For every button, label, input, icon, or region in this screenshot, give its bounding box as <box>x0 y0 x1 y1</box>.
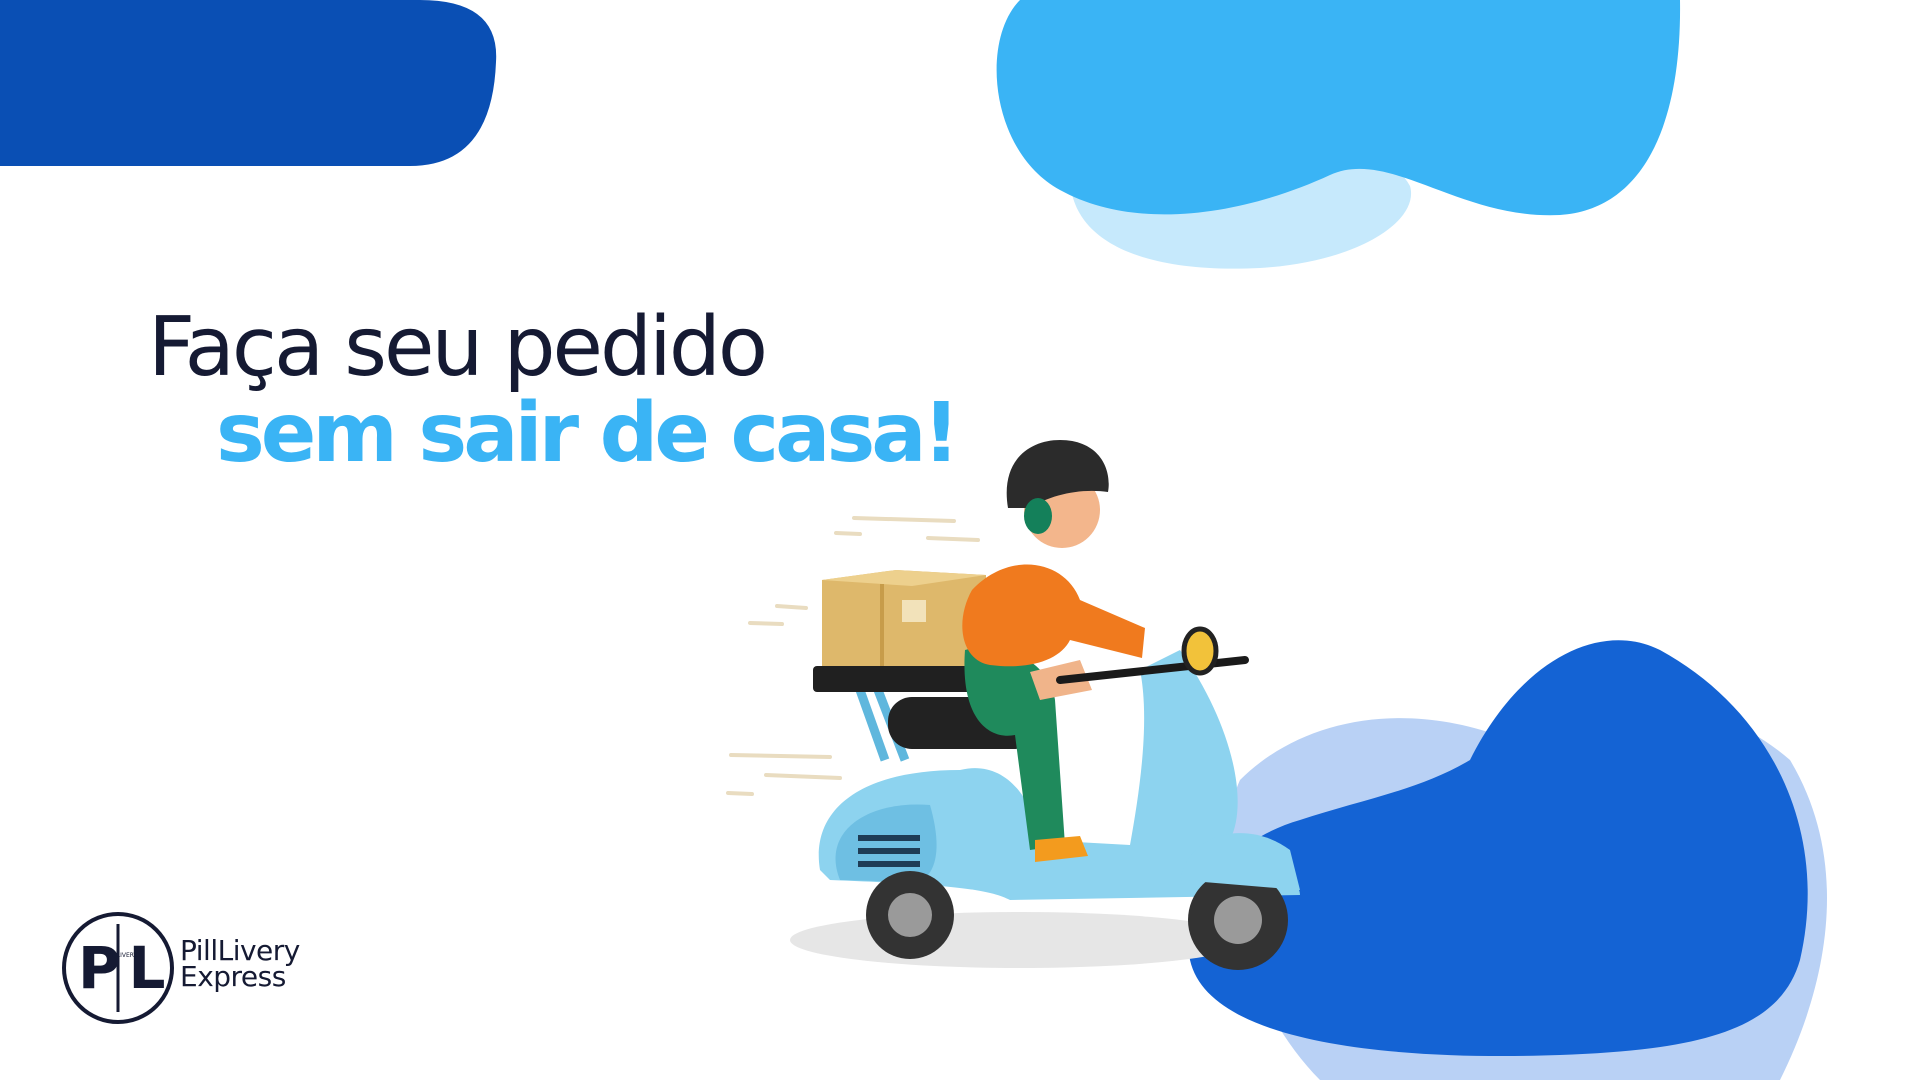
brand-name-line-2: Express <box>180 960 286 993</box>
brand-name: PillLivery Express <box>180 937 300 993</box>
brand-monogram: PL <box>78 934 174 1002</box>
background-art <box>0 0 1828 1080</box>
brand-monogram-small-text: PILLIVERY <box>108 952 138 959</box>
top-left-blue-shape <box>0 0 497 166</box>
